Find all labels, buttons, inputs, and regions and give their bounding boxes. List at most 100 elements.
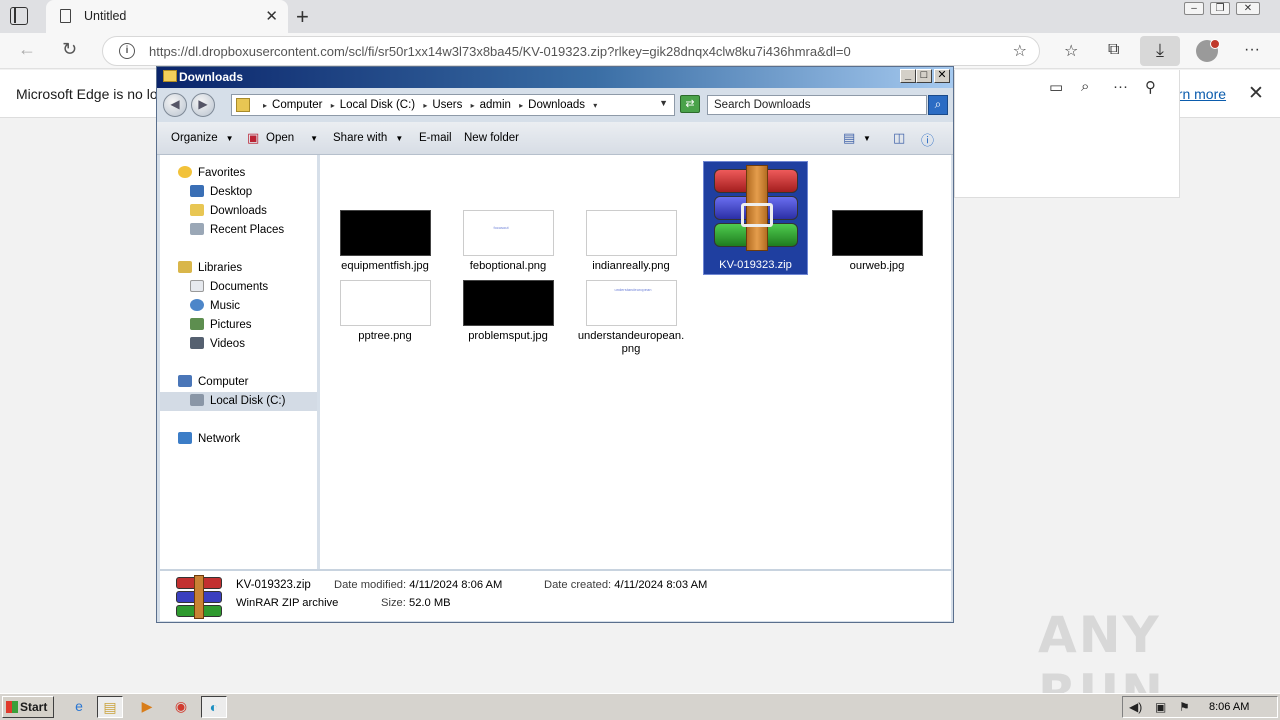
details-modified-value: 4/11/2024 8:06 AM	[409, 579, 503, 591]
downloads-icon[interactable]: ⤓	[1140, 36, 1180, 66]
address-toolbar: ← ↻ i https://dl.dropboxusercontent.com/…	[0, 33, 1280, 69]
explorer-search-icon[interactable]: ⌕	[928, 95, 948, 115]
ie-icon[interactable]: e	[66, 696, 92, 718]
view-dropdown-icon[interactable]: ▼	[863, 132, 871, 144]
details-modified: Date modified: 4/11/2024 8:06 AM	[334, 579, 502, 591]
explorer-search-input[interactable]: Search Downloads	[707, 95, 927, 115]
share-with-label: Share with	[333, 132, 388, 144]
file-item[interactable]: pptree.png	[330, 280, 440, 343]
breadcrumb[interactable]: ▸ Computer ▸ Local Disk (C:) ▸ Users ▸ admin…	[231, 94, 675, 116]
chrome-icon[interactable]: ◉	[168, 696, 194, 718]
downloads-more-icon[interactable]: ···	[1113, 78, 1128, 95]
pin-icon[interactable]: ⚲	[1145, 78, 1156, 96]
breadcrumb-dropdown-icon[interactable]: ▼	[659, 98, 668, 108]
profile-avatar[interactable]	[1196, 39, 1220, 62]
crumb-downloads[interactable]: Downloads	[528, 99, 585, 111]
explorer-refresh-icon[interactable]: ⇄	[680, 95, 700, 113]
flag-icon[interactable]: ⚑	[1179, 700, 1190, 714]
nav-pictures[interactable]: Pictures	[190, 318, 252, 331]
folder-icon	[163, 70, 177, 82]
url-bar[interactable]: i https://dl.dropboxusercontent.com/scl/…	[102, 36, 1040, 66]
info-bar-close-icon[interactable]: ✕	[1248, 82, 1264, 105]
help-icon[interactable]: ⓘ	[921, 130, 934, 149]
new-folder-button[interactable]: New folder	[464, 132, 519, 144]
nav-network[interactable]: Network	[178, 432, 240, 445]
navigation-pane: Favorites Desktop Downloads Recent Place…	[160, 155, 317, 569]
restore-icon[interactable]: ❐	[1210, 2, 1230, 15]
clock[interactable]: 8:06 AM	[1209, 701, 1249, 713]
file-item[interactable]: focusout feboptional.png	[453, 210, 563, 273]
collections-icon[interactable]: ⧉	[1108, 41, 1119, 59]
file-name: understandeuropean.png	[577, 330, 685, 355]
file-item[interactable]: problemsput.jpg	[453, 280, 563, 343]
add-favorite-icon[interactable]: ☆	[1013, 41, 1027, 61]
explorer-minimize-icon[interactable]: _	[900, 69, 916, 83]
network-tray-icon[interactable]: ▣	[1155, 700, 1166, 714]
file-item[interactable]: understandeuropean understandeuropean.pn…	[576, 280, 686, 356]
nav-music[interactable]: Music	[190, 299, 240, 312]
file-item[interactable]: indianreally.png	[576, 210, 686, 273]
libraries-icon	[178, 261, 192, 273]
explorer-back-icon[interactable]: ◀	[163, 93, 187, 117]
minimize-icon[interactable]: –	[1184, 2, 1204, 15]
open-folder-icon[interactable]: ▭	[1049, 78, 1063, 96]
crumb-admin[interactable]: admin	[480, 99, 511, 111]
nav-videos[interactable]: Videos	[190, 337, 245, 350]
start-button[interactable]: Start	[2, 696, 54, 718]
edge-taskbar-icon[interactable]: ◐	[201, 696, 227, 718]
winrar-archive-icon	[710, 165, 802, 251]
page-icon	[60, 9, 71, 23]
site-info-icon[interactable]: i	[119, 43, 135, 59]
search-downloads-icon[interactable]: ⌕	[1081, 78, 1089, 95]
more-icon[interactable]: ···	[1244, 41, 1260, 59]
open-button[interactable]: Open ▼	[266, 132, 318, 144]
taskbar: Start e ▤ ▶ ◉ ◐ ◀) ▣ ⚑ 8:06 AM	[0, 693, 1280, 720]
system-tray: ◀) ▣ ⚑ 8:06 AM	[1122, 696, 1278, 718]
organize-button[interactable]: Organize ▼	[171, 132, 234, 144]
file-item[interactable]: equipmentfish.jpg	[330, 210, 440, 273]
file-item[interactable]: ourweb.jpg	[822, 210, 932, 273]
nav-videos-label: Videos	[210, 338, 245, 350]
media-player-icon[interactable]: ▶	[134, 696, 160, 718]
url-text[interactable]: https://dl.dropboxusercontent.com/scl/fi…	[149, 44, 851, 59]
nav-computer-label: Computer	[198, 376, 249, 388]
preview-pane-icon[interactable]: ◫	[893, 130, 905, 146]
close-window-icon[interactable]: ✕	[1236, 2, 1260, 15]
nav-desktop[interactable]: Desktop	[190, 185, 252, 198]
share-with-button[interactable]: Share with ▼	[333, 132, 403, 144]
nav-computer[interactable]: Computer	[178, 375, 249, 388]
crumb-computer[interactable]: Computer	[272, 99, 323, 111]
nav-network-label: Network	[198, 433, 241, 445]
nav-recent-places[interactable]: Recent Places	[190, 223, 284, 236]
explorer-window: Downloads _ □ ✕ ◀ ▶ ▸ Computer ▸ Local Dis…	[156, 66, 954, 623]
refresh-icon[interactable]: ↻	[62, 39, 77, 60]
tab-close-icon[interactable]: ✕	[265, 7, 278, 25]
volume-icon[interactable]: ◀)	[1129, 700, 1142, 714]
new-tab-icon[interactable]: +	[296, 4, 309, 30]
favorites-icon[interactable]: ☆	[1064, 41, 1078, 61]
explorer-forward-icon[interactable]: ▶	[191, 93, 215, 117]
videos-icon	[190, 337, 204, 349]
back-icon[interactable]: ←	[18, 39, 36, 60]
email-button[interactable]: E-mail	[419, 132, 452, 144]
crumb-users[interactable]: Users	[432, 99, 462, 111]
file-thumbnail: focusout	[462, 210, 554, 256]
file-item-selected[interactable]: KV-019323.zip	[703, 161, 808, 275]
nav-downloads[interactable]: Downloads	[190, 204, 267, 217]
nav-documents-label: Documents	[210, 281, 269, 293]
tab-title: Untitled	[84, 9, 127, 23]
nav-local-disk[interactable]: Local Disk (C:)	[190, 394, 285, 407]
nav-favorites[interactable]: Favorites	[178, 166, 245, 179]
explorer-close-icon[interactable]: ✕	[934, 69, 950, 83]
view-icon[interactable]: ▤	[843, 130, 855, 146]
crumb-local-disk[interactable]: Local Disk (C:)	[340, 99, 415, 111]
explorer-taskbar-icon[interactable]: ▤	[97, 696, 123, 718]
nav-libraries[interactable]: Libraries	[178, 261, 242, 274]
explorer-maximize-icon[interactable]: □	[916, 69, 932, 83]
command-bar: Organize ▼ ▣ Open ▼ Share with ▼ E-mail New…	[157, 122, 953, 155]
tab-actions-icon[interactable]	[10, 7, 28, 25]
pictures-icon	[190, 318, 204, 330]
nav-documents[interactable]: Documents	[190, 280, 268, 293]
browser-tab[interactable]: Untitled ✕	[46, 0, 288, 33]
explorer-title-bar[interactable]: Downloads _ □ ✕	[157, 67, 953, 88]
